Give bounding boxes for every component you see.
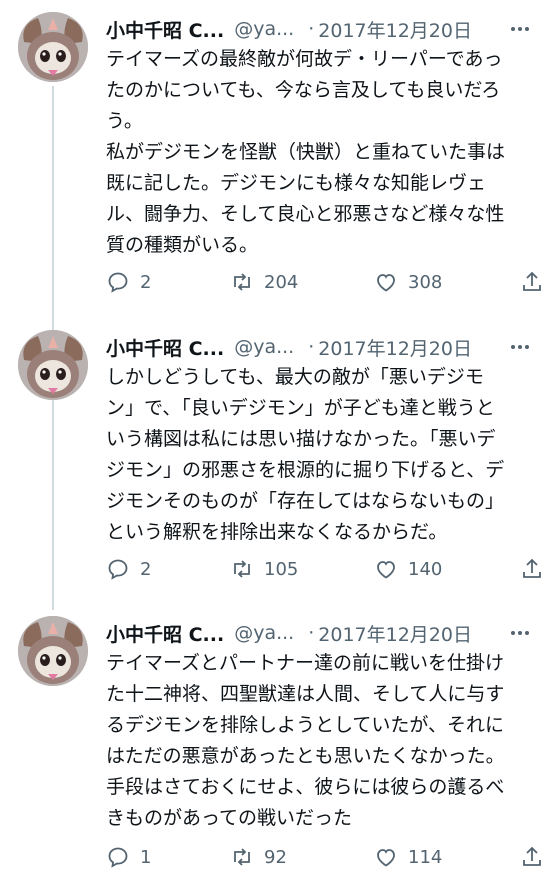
tweet-actions: 2 105 140	[106, 554, 546, 584]
text-line: ジモンそのものが「存在してはならないもの」	[106, 490, 505, 512]
tweet-header: 小中千昭 C... @ya... · 2017年12月20日	[106, 618, 537, 648]
tweet-header: 小中千昭 C... @ya... · 2017年12月20日	[106, 14, 537, 44]
retweet-button[interactable]: 92	[230, 845, 287, 869]
heart-icon	[377, 849, 395, 867]
text-line: テイマーズの最終敵が何故デ・リーパーであっ	[106, 48, 503, 70]
text-line: テイマーズとパートナー達の前に戦いを仕掛け	[106, 652, 505, 674]
more-icon[interactable]	[507, 14, 533, 44]
more-icon[interactable]	[507, 332, 533, 362]
reply-icon	[108, 847, 128, 868]
share-button[interactable]	[520, 270, 544, 294]
retweet-button[interactable]: 204	[230, 270, 298, 294]
tweet-date[interactable]: 2017年12月20日	[318, 620, 472, 647]
reply-count: 1	[140, 846, 152, 868]
reply-count: 2	[140, 271, 152, 293]
reply-icon	[108, 559, 128, 580]
separator-dot: ·	[308, 18, 315, 40]
text-line: 手段はさておくにせよ、彼らには彼らの護るべ	[106, 776, 505, 798]
text-line: ジモン」の邪悪さを根源的に掘り下げると、デ	[106, 459, 505, 481]
reply-button[interactable]: 2	[106, 557, 151, 581]
author-handle[interactable]: @ya...	[234, 336, 294, 358]
heart-icon	[377, 274, 395, 292]
share-icon	[523, 271, 541, 291]
more-icon[interactable]	[507, 618, 533, 648]
tweet[interactable]: 小中千昭 C... @ya... · 2017年12月20日 テイマーズとパート…	[0, 604, 547, 883]
text-line: ル、闘争力、そして良心と邪悪さなど様々な性	[106, 203, 505, 225]
avatar-image	[18, 616, 88, 686]
text-line: いう構図は私には思い描けなかった。「悪いデ	[106, 428, 496, 450]
tweet-text: テイマーズの最終敵が何故デ・リーパーであっ たのかについても、今なら言及しても良…	[106, 44, 546, 261]
retweet-count: 92	[264, 846, 287, 868]
heart-icon	[377, 561, 395, 579]
reply-icon	[108, 272, 128, 293]
text-line: はただの悪意があったとも思いたくなかった。	[106, 745, 505, 767]
like-button[interactable]: 308	[374, 270, 442, 294]
reply-button[interactable]: 1	[106, 845, 151, 869]
avatar[interactable]	[18, 330, 88, 400]
tweet-date[interactable]: 2017年12月20日	[318, 16, 472, 43]
text-line: た十二神将、四聖獣達は人間、そして人に与す	[106, 683, 505, 705]
separator-dot: ·	[308, 336, 315, 358]
avatar[interactable]	[18, 12, 88, 82]
avatar[interactable]	[18, 616, 88, 686]
text-line: う。	[106, 110, 143, 132]
retweet-icon	[234, 273, 250, 291]
text-line: 質の種類がいる。	[106, 234, 259, 256]
tweet-header: 小中千昭 C... @ya... · 2017年12月20日	[106, 332, 537, 362]
author-name[interactable]: 小中千昭 C...	[106, 620, 224, 647]
like-count: 114	[408, 846, 443, 868]
tweet-date[interactable]: 2017年12月20日	[318, 334, 472, 361]
tweet-actions: 2 204 308	[106, 267, 546, 297]
retweet-button[interactable]: 105	[230, 557, 298, 581]
author-name[interactable]: 小中千昭 C...	[106, 16, 224, 43]
separator-dot: ·	[308, 622, 315, 644]
avatar-image	[18, 330, 88, 400]
like-button[interactable]: 114	[374, 845, 442, 869]
text-line: 私がデジモンを怪獣（快獣）と重ねていた事は	[106, 141, 506, 163]
text-line: きものがあっての戦いだった	[106, 807, 353, 829]
reply-button[interactable]: 2	[106, 270, 151, 294]
tweet-text: テイマーズとパートナー達の前に戦いを仕掛け た十二神将、四聖獣達は人間、そして人…	[106, 648, 546, 834]
retweet-count: 105	[264, 558, 299, 580]
share-icon	[523, 558, 541, 578]
retweet-count: 204	[264, 271, 299, 293]
like-count: 308	[408, 271, 443, 293]
author-handle[interactable]: @ya...	[234, 622, 294, 644]
share-icon	[523, 846, 541, 866]
text-line: 既に記した。デジモンにも様々な知能レヴェ	[106, 172, 487, 194]
tweet-actions: 1 92 114	[106, 842, 546, 872]
text-line: ン」で、「良いデジモン」が子ども達と戦うと	[106, 397, 495, 419]
text-line: という解釈を排除出来なくなるからだ。	[106, 521, 448, 543]
retweet-icon	[234, 560, 250, 578]
reply-count: 2	[140, 558, 152, 580]
like-count: 140	[408, 558, 443, 580]
like-button[interactable]: 140	[374, 557, 442, 581]
tweet[interactable]: 小中千昭 C... @ya... · 2017年12月20日 しかしどうしても、…	[0, 318, 547, 608]
text-line: たのかについても、今なら言及しても良いだろ	[106, 79, 501, 101]
tweet[interactable]: 小中千昭 C... @ya... · 2017年12月20日 テイマーズの最終敵…	[0, 0, 547, 320]
share-button[interactable]	[520, 845, 544, 869]
text-line: しかしどうしても、最大の敵が「悪いデジモ	[106, 366, 484, 388]
author-handle[interactable]: @ya...	[234, 18, 294, 40]
tweet-text: しかしどうしても、最大の敵が「悪いデジモ ン」で、「良いデジモン」が子ども達と戦…	[106, 362, 546, 548]
author-name[interactable]: 小中千昭 C...	[106, 334, 224, 361]
avatar-image	[18, 12, 88, 82]
text-line: るデジモンを排除しようとしていたが、それに	[106, 714, 505, 736]
share-button[interactable]	[520, 557, 544, 581]
retweet-icon	[234, 848, 250, 866]
